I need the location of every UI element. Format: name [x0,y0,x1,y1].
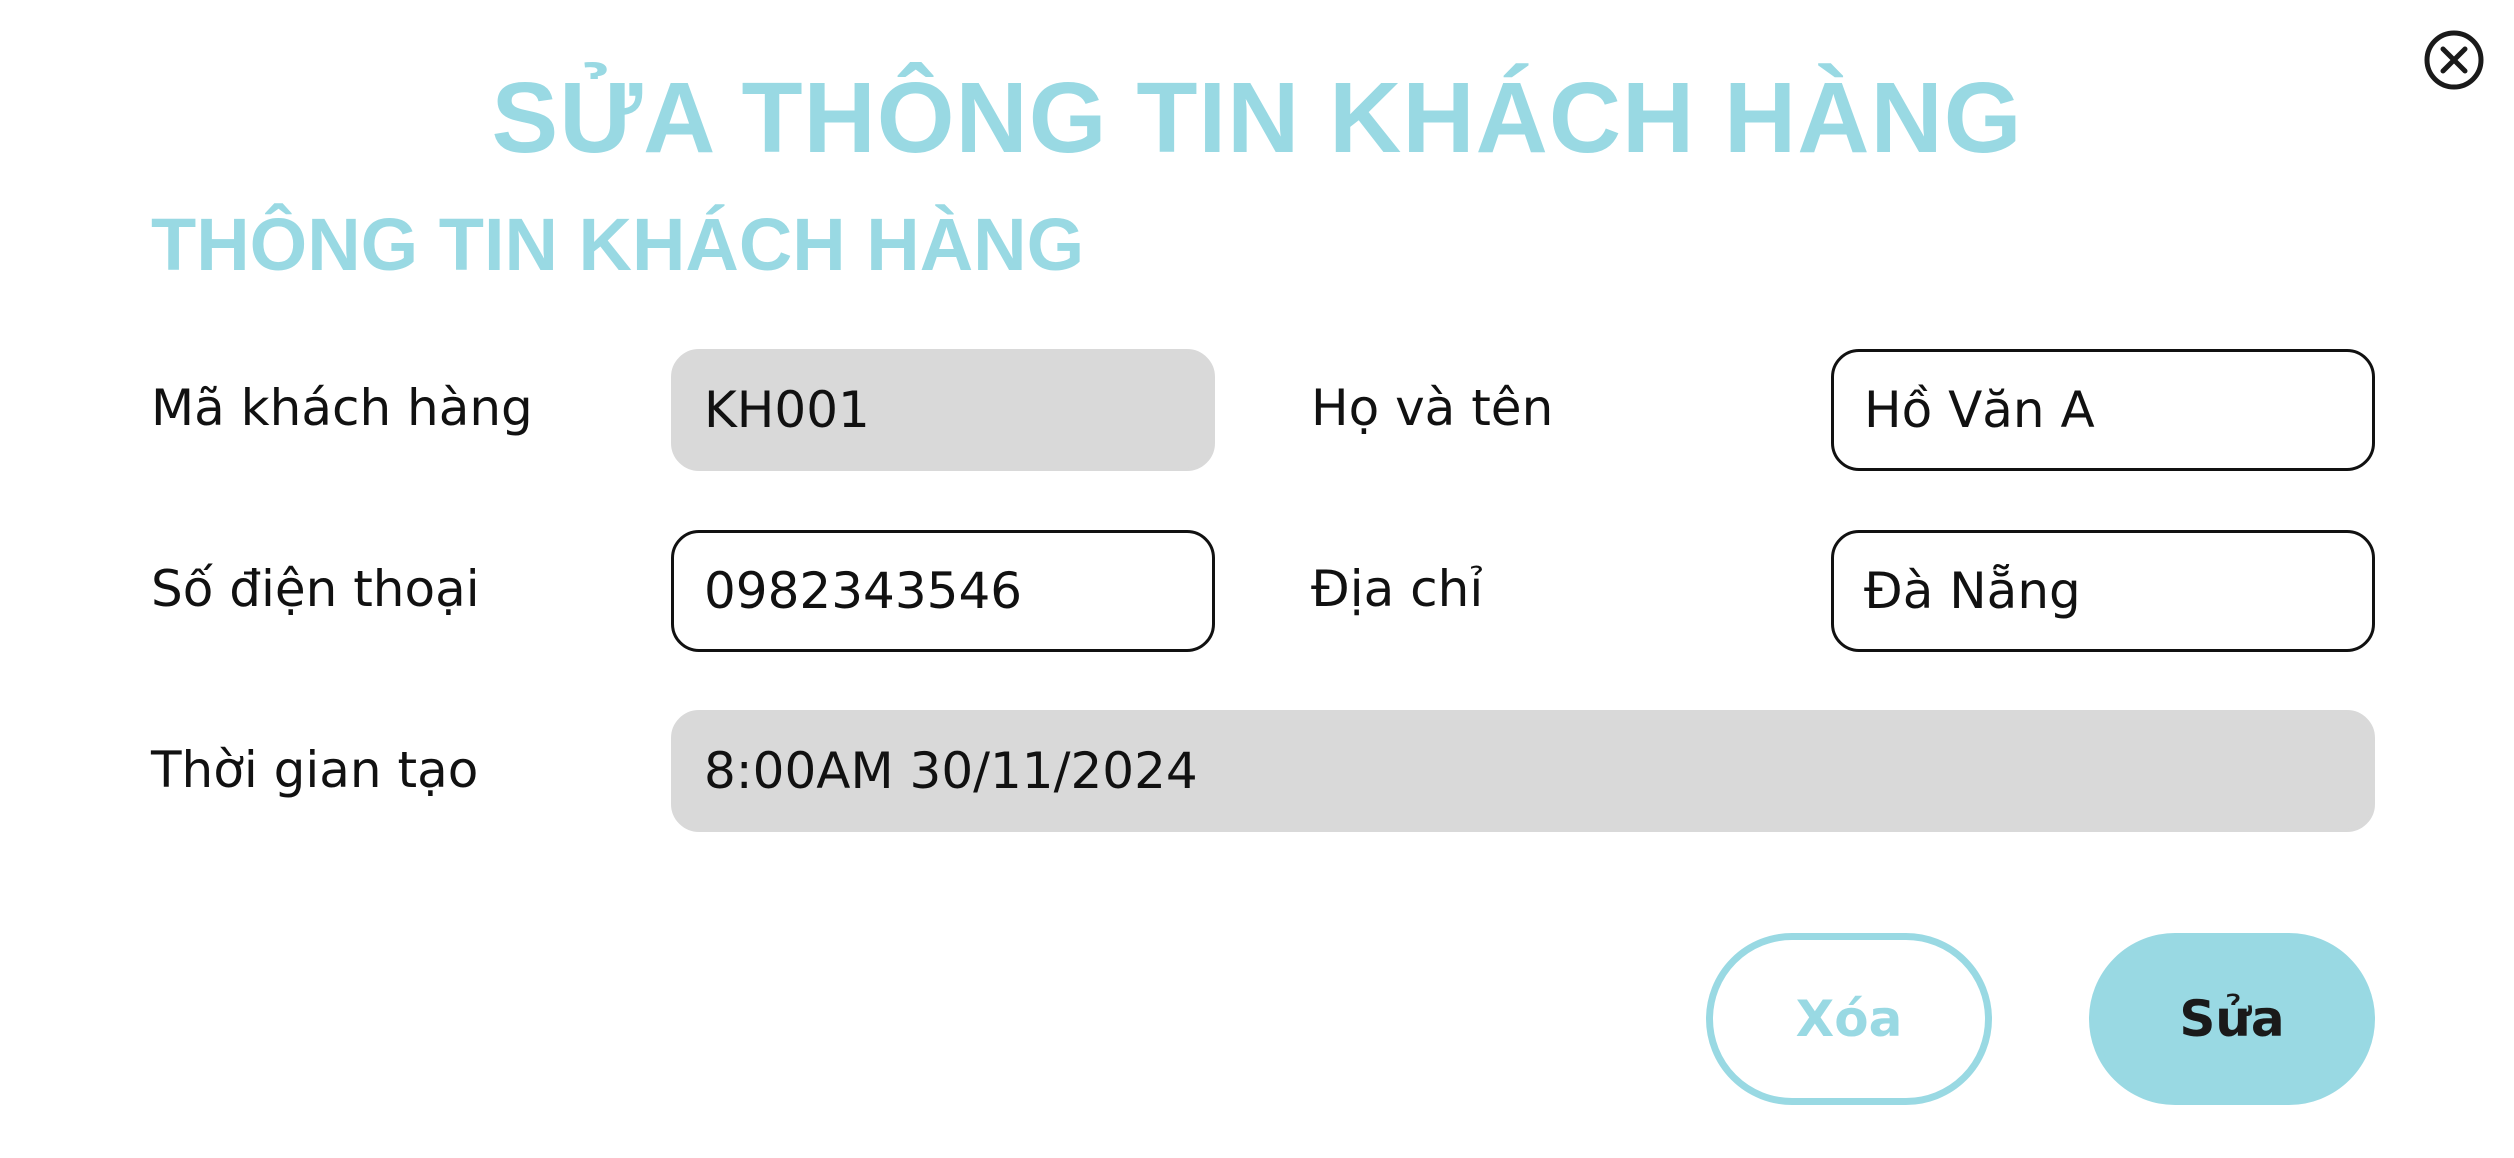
customer-id-field: KH001 [671,349,1215,471]
customer-id-label: Mã khách hàng [151,379,533,437]
created-at-field: 8:00AM 30/11/2024 [671,710,2375,832]
edit-customer-dialog: SỬA THÔNG TIN KHÁCH HÀNG THÔNG TIN KHÁCH… [0,0,2514,1158]
address-value: Đà Nẵng [1864,562,2081,620]
phone-label: Số điện thoại [151,560,480,618]
full-name-value: Hồ Văn A [1864,381,2095,439]
full-name-label: Họ và tên [1311,379,1554,437]
created-at-label: Thời gian tạo [151,741,479,799]
dialog-title: SỬA THÔNG TIN KHÁCH HÀNG [491,62,2023,174]
delete-button[interactable]: Xóa [1706,933,1992,1105]
address-input[interactable]: Đà Nẵng [1831,530,2375,652]
phone-value: 0982343546 [704,562,1023,620]
section-title: THÔNG TIN KHÁCH HÀNG [151,203,1085,286]
address-label: Địa chỉ [1311,560,1484,618]
edit-button[interactable]: Sửa [2089,933,2375,1105]
created-at-value: 8:00AM 30/11/2024 [704,742,1198,800]
phone-input[interactable]: 0982343546 [671,530,1215,652]
customer-id-value: KH001 [704,381,870,439]
full-name-input[interactable]: Hồ Văn A [1831,349,2375,471]
